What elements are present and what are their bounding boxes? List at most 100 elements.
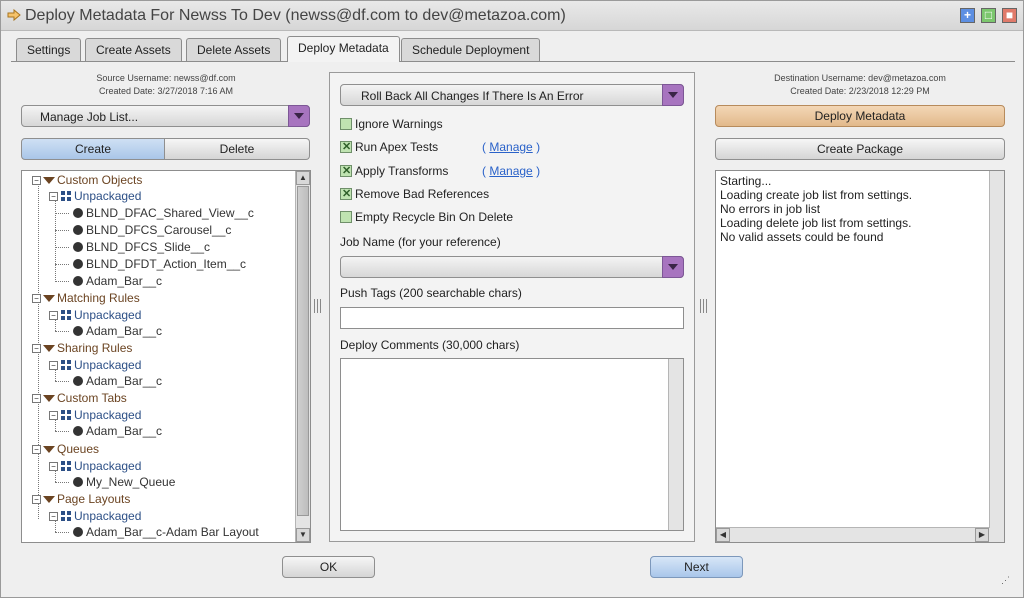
delete-toggle-button[interactable]: Delete xyxy=(165,138,310,160)
collapse-icon[interactable]: − xyxy=(49,512,58,521)
destination-username: Destination Username: dev@metazoa.com xyxy=(774,73,946,83)
tab-delete-assets[interactable]: Delete Assets xyxy=(186,38,282,61)
close-button[interactable]: ■ xyxy=(1002,8,1017,23)
object-icon xyxy=(73,527,83,537)
tree-package[interactable]: − Unpackaged xyxy=(49,189,141,203)
manage-transforms-link-group: ( Manage ) xyxy=(482,164,540,178)
tree-line xyxy=(55,532,69,533)
collapse-icon[interactable]: − xyxy=(32,294,41,303)
collapse-icon[interactable]: − xyxy=(32,445,41,454)
next-button[interactable]: Next xyxy=(650,556,743,578)
log-line: No errors in job list xyxy=(720,202,821,216)
scroll-right-icon[interactable]: ▶ xyxy=(975,528,989,542)
tree-leaf[interactable]: BLND_DFCS_Carousel__c xyxy=(70,223,231,237)
collapse-icon[interactable]: − xyxy=(32,394,41,403)
collapse-icon[interactable]: − xyxy=(32,495,41,504)
tree-package[interactable]: − Unpackaged xyxy=(49,408,141,422)
tree-package[interactable]: − Unpackaged xyxy=(49,509,141,523)
tree-scrollbar[interactable]: ▲ ▼ xyxy=(295,171,310,542)
job-name-select[interactable] xyxy=(340,256,684,278)
package-icon xyxy=(61,191,71,201)
arrow-right-icon xyxy=(7,8,21,22)
tree-category-custom-tabs[interactable]: − Custom Tabs xyxy=(32,391,127,405)
close-paren: ) xyxy=(536,164,541,178)
tree-leaf[interactable]: My_New_Queue xyxy=(70,475,175,489)
category-icon xyxy=(43,295,55,302)
scroll-left-icon[interactable]: ◀ xyxy=(716,528,730,542)
job-list-select[interactable]: Manage Job List... xyxy=(21,105,310,127)
collapse-icon[interactable]: − xyxy=(32,344,41,353)
tree-leaf[interactable]: Adam_Bar__c xyxy=(70,324,162,338)
tree-leaf[interactable]: BLND_DFAC_Shared_View__c xyxy=(70,206,254,220)
tab-schedule-deployment[interactable]: Schedule Deployment xyxy=(401,38,541,61)
tree-leaf[interactable]: Adam_Bar__c-Adam Bar Layout xyxy=(70,525,259,539)
create-package-button[interactable]: Create Package xyxy=(715,138,1005,160)
run-apex-tests-checkbox[interactable] xyxy=(340,140,352,153)
object-icon xyxy=(73,225,83,235)
manage-transforms-link[interactable]: Manage xyxy=(489,164,532,178)
collapse-icon[interactable]: − xyxy=(49,462,58,471)
tree-category-sharing-rules[interactable]: − Sharing Rules xyxy=(32,341,132,355)
object-icon xyxy=(73,426,83,436)
log-scrollbar[interactable] xyxy=(989,171,1004,542)
deploy-log[interactable]: Starting... Loading create job list from… xyxy=(715,170,1005,543)
manage-apex-tests-link[interactable]: Manage xyxy=(489,140,532,154)
tree-package[interactable]: − Unpackaged xyxy=(49,358,141,372)
log-horizontal-scrollbar[interactable]: ◀ ▶ xyxy=(716,527,990,542)
collapse-icon[interactable]: − xyxy=(32,176,41,185)
rollback-select[interactable]: Roll Back All Changes If There Is An Err… xyxy=(340,84,684,106)
tree-line xyxy=(55,381,69,382)
tree-package[interactable]: − Unpackaged xyxy=(49,308,141,322)
tab-deploy-metadata[interactable]: Deploy Metadata xyxy=(287,36,400,62)
object-icon xyxy=(73,376,83,386)
collapse-icon[interactable]: − xyxy=(49,192,58,201)
category-icon xyxy=(43,345,55,352)
tree-leaf[interactable]: Adam_Bar__c xyxy=(70,374,162,388)
ignore-warnings-checkbox[interactable] xyxy=(340,118,352,130)
collapse-icon[interactable]: − xyxy=(49,361,58,370)
ignore-warnings-label: Ignore Warnings xyxy=(355,117,443,131)
tree-line xyxy=(55,331,69,332)
apply-transforms-checkbox[interactable] xyxy=(340,164,352,177)
collapse-icon[interactable]: − xyxy=(49,311,58,320)
right-splitter[interactable] xyxy=(700,299,710,315)
tree-category-matching-rules[interactable]: − Matching Rules xyxy=(32,291,140,305)
tree-category-queues[interactable]: − Queues xyxy=(32,442,99,456)
left-splitter[interactable] xyxy=(314,299,324,315)
deploy-metadata-button[interactable]: Deploy Metadata xyxy=(715,105,1005,127)
tree-leaf[interactable]: BLND_DFCS_Slide__c xyxy=(70,240,210,254)
remove-bad-references-checkbox[interactable] xyxy=(340,187,352,200)
tree-leaf[interactable]: Adam_Bar__c xyxy=(70,274,162,288)
chevron-down-icon[interactable] xyxy=(662,256,684,278)
chevron-down-icon[interactable] xyxy=(288,105,310,127)
tab-create-assets[interactable]: Create Assets xyxy=(85,38,182,61)
log-line: Loading delete job list from settings. xyxy=(720,216,912,230)
chevron-down-icon[interactable] xyxy=(662,84,684,106)
scroll-up-icon[interactable]: ▲ xyxy=(296,171,310,185)
tree-category-page-layouts[interactable]: − Page Layouts xyxy=(32,492,130,506)
category-icon xyxy=(43,446,55,453)
tree-scroll-thumb[interactable] xyxy=(297,186,309,516)
ok-button[interactable]: OK xyxy=(282,556,375,578)
tree-leaf[interactable]: Adam_Bar__c xyxy=(70,424,162,438)
tree-package[interactable]: − Unpackaged xyxy=(49,459,141,473)
push-tags-input[interactable] xyxy=(340,307,684,329)
deploy-options-panel: Roll Back All Changes If There Is An Err… xyxy=(329,72,695,542)
add-window-button[interactable]: + xyxy=(960,8,975,23)
resize-grip-icon[interactable]: ⋰ xyxy=(1001,575,1013,587)
tree-line xyxy=(55,431,69,432)
open-paren: ( xyxy=(482,164,486,178)
category-icon xyxy=(43,496,55,503)
create-toggle-button[interactable]: Create xyxy=(21,138,165,160)
tab-settings[interactable]: Settings xyxy=(16,38,82,61)
empty-recycle-bin-checkbox[interactable] xyxy=(340,211,352,223)
collapse-icon[interactable]: − xyxy=(49,411,58,420)
comments-scrollbar[interactable] xyxy=(668,359,683,530)
tree-category-custom-objects[interactable]: − Custom Objects xyxy=(32,173,142,187)
maximize-button[interactable]: □ xyxy=(981,8,996,23)
deploy-comments-textarea[interactable] xyxy=(340,358,684,531)
tree-leaf[interactable]: BLND_DFDT_Action_Item__c xyxy=(70,257,246,271)
asset-tree[interactable]: − Custom Objects − Unpackaged BLND_DFAC_Sh… xyxy=(21,170,311,543)
window-title: Deploy Metadata For Newss To Dev (newss@… xyxy=(25,7,566,24)
scroll-down-icon[interactable]: ▼ xyxy=(296,528,310,542)
